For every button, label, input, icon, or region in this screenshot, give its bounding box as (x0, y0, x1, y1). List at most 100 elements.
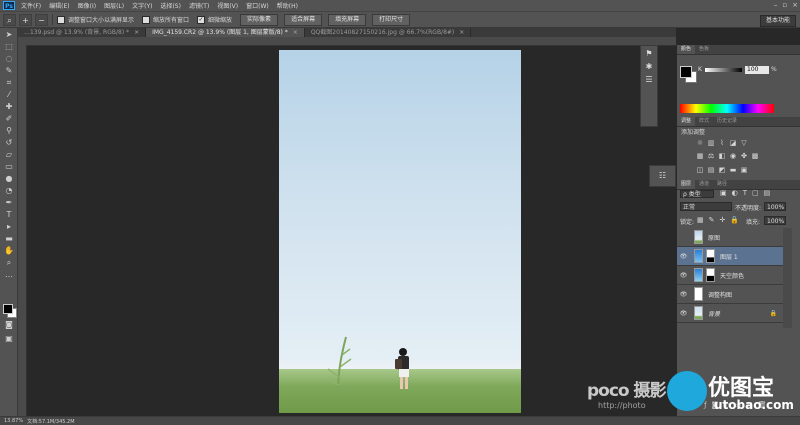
shape-filter-icon[interactable]: ▢ (752, 189, 759, 197)
stamp-tool-icon[interactable]: ⚲ (3, 126, 15, 136)
menu-file[interactable]: 文件(F) (21, 1, 41, 10)
pixel-filter-icon[interactable]: ▣ (720, 189, 727, 197)
tab-swatches[interactable]: 色板 (695, 45, 713, 54)
resize-windows-checkbox[interactable]: 调整窗口大小以满屏显示 (57, 15, 134, 24)
menu-filter[interactable]: 滤镜(T) (189, 1, 209, 10)
color-fg-swatch[interactable] (680, 66, 692, 78)
color-lookup-icon[interactable]: ▩ (751, 152, 759, 160)
black-white-icon[interactable]: ◧ (718, 152, 726, 160)
eye-icon[interactable]: 👁 (679, 291, 688, 298)
quick-mask-icon[interactable]: ◙ (3, 320, 15, 330)
lasso-tool-icon[interactable]: ◌ (3, 54, 15, 64)
doc-tab[interactable]: QQ截图20140827150216.jpg @ 66.7%(RGB/8#) × (305, 28, 472, 37)
properties-panel-icon[interactable]: ☷ (649, 165, 676, 187)
brush-presets-icon[interactable]: ✱ (643, 62, 655, 72)
checkbox-box[interactable] (57, 15, 65, 24)
healing-tool-icon[interactable]: ✚ (3, 102, 15, 112)
actual-pixels-button[interactable]: 实际像素 (240, 13, 279, 26)
channel-mixer-icon[interactable]: ✤ (740, 152, 748, 160)
zoom-icon[interactable]: ⌕ (3, 13, 16, 26)
curves-icon[interactable]: ⌇ (718, 139, 726, 147)
layer-row[interactable]: 原图 (677, 228, 783, 247)
tab-color[interactable]: 颜色 (677, 45, 696, 54)
pen-tool-icon[interactable]: ✒ (3, 198, 15, 208)
k-slider[interactable] (705, 68, 742, 72)
crop-tool-icon[interactable]: ⌗ (3, 78, 15, 88)
gradient-map-icon[interactable]: ▬ (729, 166, 737, 174)
document-canvas[interactable] (279, 50, 521, 413)
eye-icon[interactable]: 👁 (679, 272, 688, 279)
scrubby-zoom-checkbox[interactable]: ✓ 细微缩放 (197, 15, 232, 24)
exposure-icon[interactable]: ◪ (729, 139, 737, 147)
screen-mode-icon[interactable]: ▣ (3, 334, 15, 344)
opacity-field[interactable]: 100% (764, 202, 786, 211)
lock-transparency-icon[interactable]: ▦ (697, 216, 704, 224)
zoom-all-windows-checkbox[interactable]: 缩放所有窗口 (142, 15, 189, 24)
layer-mask-thumbnail[interactable] (706, 268, 715, 282)
shape-tool-icon[interactable]: ▬ (3, 234, 15, 244)
eye-icon[interactable]: 👁 (679, 253, 688, 260)
posterize-icon[interactable]: ▤ (707, 166, 715, 174)
fit-screen-button[interactable]: 适合屏幕 (284, 13, 323, 26)
vibrance-icon[interactable]: ▽ (740, 139, 748, 147)
photo-filter-icon[interactable]: ◉ (729, 152, 737, 160)
move-tool-icon[interactable]: ➤ (3, 30, 15, 40)
type-filter-icon[interactable]: T (743, 189, 747, 197)
brush-tool-icon[interactable]: ✐ (3, 114, 15, 124)
adjustment-filter-icon[interactable]: ◐ (732, 189, 738, 197)
layer-row-selected[interactable]: 👁 图层 1 (677, 247, 783, 266)
fill-screen-button[interactable]: 填充屏幕 (328, 13, 367, 26)
tab-adjustments[interactable]: 调整 (677, 117, 696, 126)
layer-row[interactable]: 👁 背景 🔒 (677, 304, 783, 323)
selective-color-icon[interactable]: ▣ (740, 166, 748, 174)
dodge-tool-icon[interactable]: ◔ (3, 186, 15, 196)
checkbox-box[interactable] (142, 15, 151, 24)
fill-field[interactable]: 100% (764, 216, 786, 225)
zoom-tool-icon[interactable]: ⌕ (3, 258, 15, 268)
tab-styles[interactable]: 样式 (695, 117, 713, 126)
more-tools-icon[interactable]: … (3, 270, 15, 280)
maximize-button[interactable]: ▫ (782, 1, 787, 9)
layer-mask-thumbnail[interactable] (706, 249, 715, 263)
menu-image[interactable]: 图像(I) (78, 1, 96, 10)
eyedropper-tool-icon[interactable]: ⁄ (3, 90, 15, 100)
layer-row[interactable]: 👁 天空颜色 (677, 266, 783, 285)
tab-layers[interactable]: 图层 (677, 180, 696, 189)
close-icon[interactable]: × (293, 29, 298, 36)
brightness-icon[interactable]: ☼ (696, 139, 704, 147)
tool-presets-icon[interactable]: ⚑ (643, 49, 655, 59)
lock-position-icon[interactable]: ✛ (720, 216, 726, 224)
tab-channels[interactable]: 通道 (695, 180, 713, 189)
print-size-button[interactable]: 打印尺寸 (372, 13, 411, 26)
hand-tool-icon[interactable]: ✋ (3, 246, 15, 256)
path-select-tool-icon[interactable]: ▸ (3, 222, 15, 232)
tab-history[interactable]: 历史记录 (713, 117, 741, 126)
invert-icon[interactable]: ◫ (696, 166, 704, 174)
menu-type[interactable]: 文字(Y) (132, 1, 152, 10)
menu-select[interactable]: 选择(S) (160, 1, 181, 10)
zoom-level[interactable]: 13.87% (4, 418, 23, 424)
layers-scrollbar[interactable] (783, 228, 792, 328)
eye-icon[interactable]: 👁 (679, 310, 688, 317)
tab-paths[interactable]: 路径 (713, 180, 731, 189)
levels-icon[interactable]: ▥ (707, 139, 715, 147)
zoom-out-icon[interactable]: − (35, 13, 48, 26)
foreground-color-swatch[interactable] (3, 304, 13, 314)
smart-filter-icon[interactable]: ▤ (764, 189, 771, 197)
layer-row[interactable]: 👁 调整构图 (677, 285, 783, 304)
minimize-button[interactable]: – (774, 1, 778, 9)
layer-style-icon[interactable]: ƒ (704, 401, 706, 411)
history-icon[interactable]: ☰ (643, 75, 655, 85)
k-value-field[interactable]: 100 (745, 66, 769, 74)
gradient-tool-icon[interactable]: ▭ (3, 162, 15, 172)
menu-view[interactable]: 视图(V) (217, 1, 238, 10)
workspace-switcher[interactable]: 基本功能 (759, 15, 796, 27)
color-balance-icon[interactable]: ⚖ (707, 152, 715, 160)
blend-mode-select[interactable]: 正常 (680, 202, 732, 211)
history-brush-tool-icon[interactable]: ↺ (3, 138, 15, 148)
layer-filter-select[interactable]: ρ 类型 (680, 190, 714, 198)
doc-tab[interactable]: …139.psd @ 13.9% (背景, RGB/8) * × (18, 28, 147, 37)
lock-pixels-icon[interactable]: ✎ (709, 216, 715, 224)
menu-help[interactable]: 帮助(H) (277, 1, 298, 10)
menu-window[interactable]: 窗口(W) (246, 1, 269, 10)
